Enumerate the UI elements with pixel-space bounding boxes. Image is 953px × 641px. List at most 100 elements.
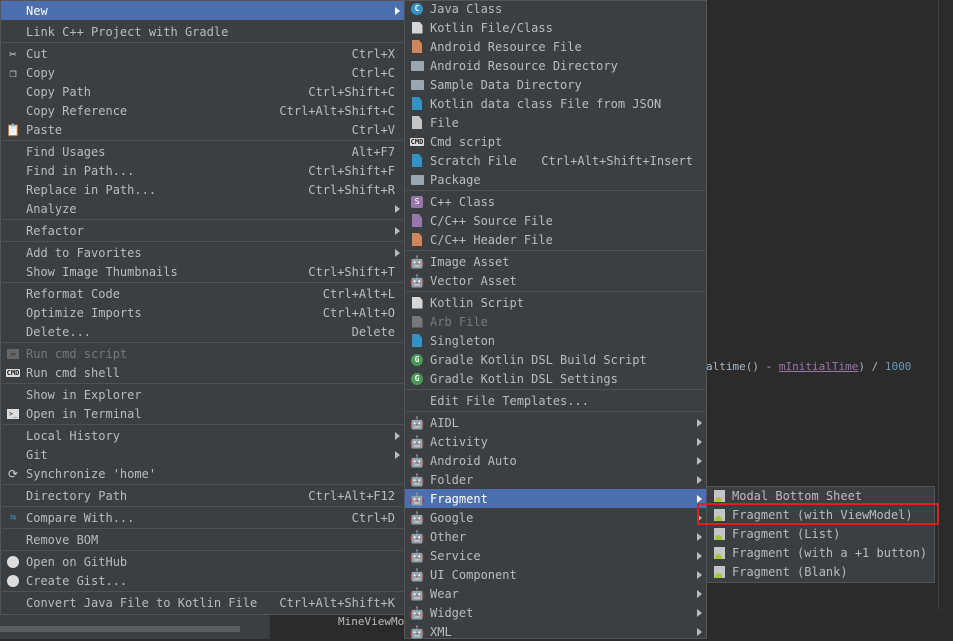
menu-item-label: Java Class bbox=[430, 1, 503, 16]
code-text: ) / bbox=[858, 360, 885, 373]
menu-item-android-resource-directory[interactable]: Android Resource Directory bbox=[405, 56, 706, 75]
menu-item-cpp-source[interactable]: C/C++ Source File bbox=[405, 211, 706, 230]
menu-item-directory-path[interactable]: Directory Path Ctrl+Alt+F12 bbox=[1, 486, 404, 505]
editor-tab-label: MineViewMo bbox=[338, 615, 405, 628]
menu-separator bbox=[406, 250, 705, 251]
menu-item-cmd-script[interactable]: CMD Cmd script bbox=[405, 132, 706, 151]
menu-item-copy-path[interactable]: Copy Path Ctrl+Shift+C bbox=[1, 82, 404, 101]
menu-item-sample-data-directory[interactable]: Sample Data Directory bbox=[405, 75, 706, 94]
menu-item-optimize-imports[interactable]: Optimize Imports Ctrl+Alt+O bbox=[1, 303, 404, 322]
menu-item-label: Reformat Code bbox=[26, 286, 120, 301]
menu-item-convert-kotlin[interactable]: Convert Java File to Kotlin File Ctrl+Alt… bbox=[1, 593, 404, 612]
menu-item-shortcut: Ctrl+Alt+F12 bbox=[308, 488, 395, 503]
menu-separator bbox=[2, 591, 403, 592]
menu-item-open-on-github[interactable]: Open on GitHub bbox=[1, 552, 404, 571]
menu-item-copy-reference[interactable]: Copy Reference Ctrl+Alt+Shift+C bbox=[1, 101, 404, 120]
menu-item-run-cmd-shell[interactable]: CMD Run cmd shell bbox=[1, 363, 404, 382]
menu-item-paste[interactable]: 📋 Paste Ctrl+V bbox=[1, 120, 404, 139]
android-icon: 🤖 bbox=[409, 434, 425, 449]
menu-item-label: Activity bbox=[430, 434, 488, 449]
menu-item-package[interactable]: Package bbox=[405, 170, 706, 189]
menu-item-gradle-settings[interactable]: G Gradle Kotlin DSL Settings bbox=[405, 369, 706, 388]
menu-item-android-resource-file[interactable]: Android Resource File bbox=[405, 37, 706, 56]
fragment-icon bbox=[712, 546, 726, 560]
menu-item-git[interactable]: Git bbox=[1, 445, 404, 464]
menu-item-singleton[interactable]: Singleton bbox=[405, 331, 706, 350]
menu-item-synchronize[interactable]: ⟳ Synchronize 'home' bbox=[1, 464, 404, 483]
menu-item-label: Gradle Kotlin DSL Settings bbox=[430, 371, 618, 386]
menu-item-find-in-path[interactable]: Find in Path... Ctrl+Shift+F bbox=[1, 161, 404, 180]
menu-item-edit-file-templates[interactable]: Edit File Templates... bbox=[405, 391, 706, 410]
menu-separator bbox=[2, 383, 403, 384]
menu-item-scratch-file[interactable]: Scratch File Ctrl+Alt+Shift+Insert bbox=[405, 151, 706, 170]
menu-item-fragment-list[interactable]: Fragment (List) bbox=[707, 524, 934, 543]
menu-item-show-in-explorer[interactable]: Show in Explorer bbox=[1, 385, 404, 404]
menu-item-gradle-build-script[interactable]: G Gradle Kotlin DSL Build Script bbox=[405, 350, 706, 369]
menu-item-cpp-header[interactable]: C/C++ Header File bbox=[405, 230, 706, 249]
menu-item-cut[interactable]: ✂ Cut Ctrl+X bbox=[1, 44, 404, 63]
menu-item-label: Package bbox=[430, 172, 481, 187]
menu-item-xml[interactable]: 🤖 XML bbox=[405, 622, 706, 641]
menu-item-cpp-class[interactable]: S C++ Class bbox=[405, 192, 706, 211]
menu-item-folder[interactable]: 🤖 Folder bbox=[405, 470, 706, 489]
menu-item-label: Run cmd script bbox=[26, 346, 128, 361]
menu-item-widget[interactable]: 🤖 Widget bbox=[405, 603, 706, 622]
menu-item-ui-component[interactable]: 🤖 UI Component bbox=[405, 565, 706, 584]
menu-item-refactor[interactable]: Refactor bbox=[1, 221, 404, 240]
menu-item-aidl[interactable]: 🤖 AIDL bbox=[405, 413, 706, 432]
menu-item-shortcut: Ctrl+Shift+C bbox=[308, 84, 395, 99]
menu-item-fragment[interactable]: 🤖 Fragment bbox=[405, 489, 706, 508]
submenu-arrow-icon bbox=[395, 6, 400, 15]
menu-item-wear[interactable]: 🤖 Wear bbox=[405, 584, 706, 603]
menu-item-file[interactable]: File bbox=[405, 113, 706, 132]
menu-item-service[interactable]: 🤖 Service bbox=[405, 546, 706, 565]
menu-item-kotlin-json[interactable]: Kotlin data class File from JSON bbox=[405, 94, 706, 113]
menu-item-add-to-favorites[interactable]: Add to Favorites bbox=[1, 243, 404, 262]
menu-item-reformat-code[interactable]: Reformat Code Ctrl+Alt+L bbox=[1, 284, 404, 303]
menu-separator bbox=[2, 140, 403, 141]
menu-item-label: Git bbox=[26, 447, 48, 462]
menu-item-analyze[interactable]: Analyze bbox=[1, 199, 404, 218]
menu-item-android-auto[interactable]: 🤖 Android Auto bbox=[405, 451, 706, 470]
menu-item-label: Android Resource Directory bbox=[430, 58, 618, 73]
menu-item-label: Fragment (with a +1 button) bbox=[732, 545, 928, 560]
menu-item-replace-in-path[interactable]: Replace in Path... Ctrl+Shift+R bbox=[1, 180, 404, 199]
menu-item-new[interactable]: New bbox=[1, 1, 404, 20]
menu-item-create-gist[interactable]: Create Gist... bbox=[1, 571, 404, 590]
menu-item-fragment-blank[interactable]: Fragment (Blank) bbox=[707, 562, 934, 581]
menu-item-delete[interactable]: Delete... Delete bbox=[1, 322, 404, 341]
kotlin-file-icon bbox=[410, 21, 424, 35]
android-icon: 🤖 bbox=[409, 415, 425, 430]
horizontal-scrollbar[interactable] bbox=[0, 626, 240, 632]
menu-item-image-asset[interactable]: 🤖 Image Asset bbox=[405, 252, 706, 271]
menu-item-kotlin-file[interactable]: Kotlin File/Class bbox=[405, 18, 706, 37]
menu-item-vector-asset[interactable]: 🤖 Vector Asset bbox=[405, 271, 706, 290]
kotlin-script-icon bbox=[410, 296, 424, 310]
menu-item-copy[interactable]: ❐ Copy Ctrl+C bbox=[1, 63, 404, 82]
menu-item-remove-bom[interactable]: Remove BOM bbox=[1, 530, 404, 549]
cpp-header-icon bbox=[410, 233, 424, 247]
menu-item-find-usages[interactable]: Find Usages Alt+F7 bbox=[1, 142, 404, 161]
menu-item-google[interactable]: 🤖 Google bbox=[405, 508, 706, 527]
json-icon bbox=[410, 97, 424, 111]
menu-item-shortcut: Ctrl+D bbox=[351, 510, 395, 525]
menu-item-activity[interactable]: 🤖 Activity bbox=[405, 432, 706, 451]
menu-item-open-in-terminal[interactable]: >_ Open in Terminal bbox=[1, 404, 404, 423]
menu-item-fragment-plus-one[interactable]: Fragment (with a +1 button) bbox=[707, 543, 934, 562]
menu-separator bbox=[2, 42, 403, 43]
menu-item-kotlin-script[interactable]: Kotlin Script bbox=[405, 293, 706, 312]
menu-item-link-cpp[interactable]: Link C++ Project with Gradle bbox=[1, 22, 404, 41]
package-icon bbox=[410, 173, 424, 187]
menu-item-shortcut: Delete bbox=[351, 324, 395, 339]
paste-icon: 📋 bbox=[5, 122, 21, 137]
android-icon: 🤖 bbox=[409, 491, 425, 506]
menu-item-local-history[interactable]: Local History bbox=[1, 426, 404, 445]
menu-item-java-class[interactable]: C Java Class bbox=[405, 0, 706, 18]
menu-item-show-thumbnails[interactable]: Show Image Thumbnails Ctrl+Shift+T bbox=[1, 262, 404, 281]
menu-item-label: New bbox=[26, 3, 48, 18]
menu-item-other[interactable]: 🤖 Other bbox=[405, 527, 706, 546]
menu-item-compare-with[interactable]: ⇆ Compare With... Ctrl+D bbox=[1, 508, 404, 527]
submenu-arrow-icon bbox=[697, 608, 702, 617]
submenu-arrow-icon bbox=[697, 589, 702, 598]
menu-item-label: Find in Path... bbox=[26, 163, 135, 178]
